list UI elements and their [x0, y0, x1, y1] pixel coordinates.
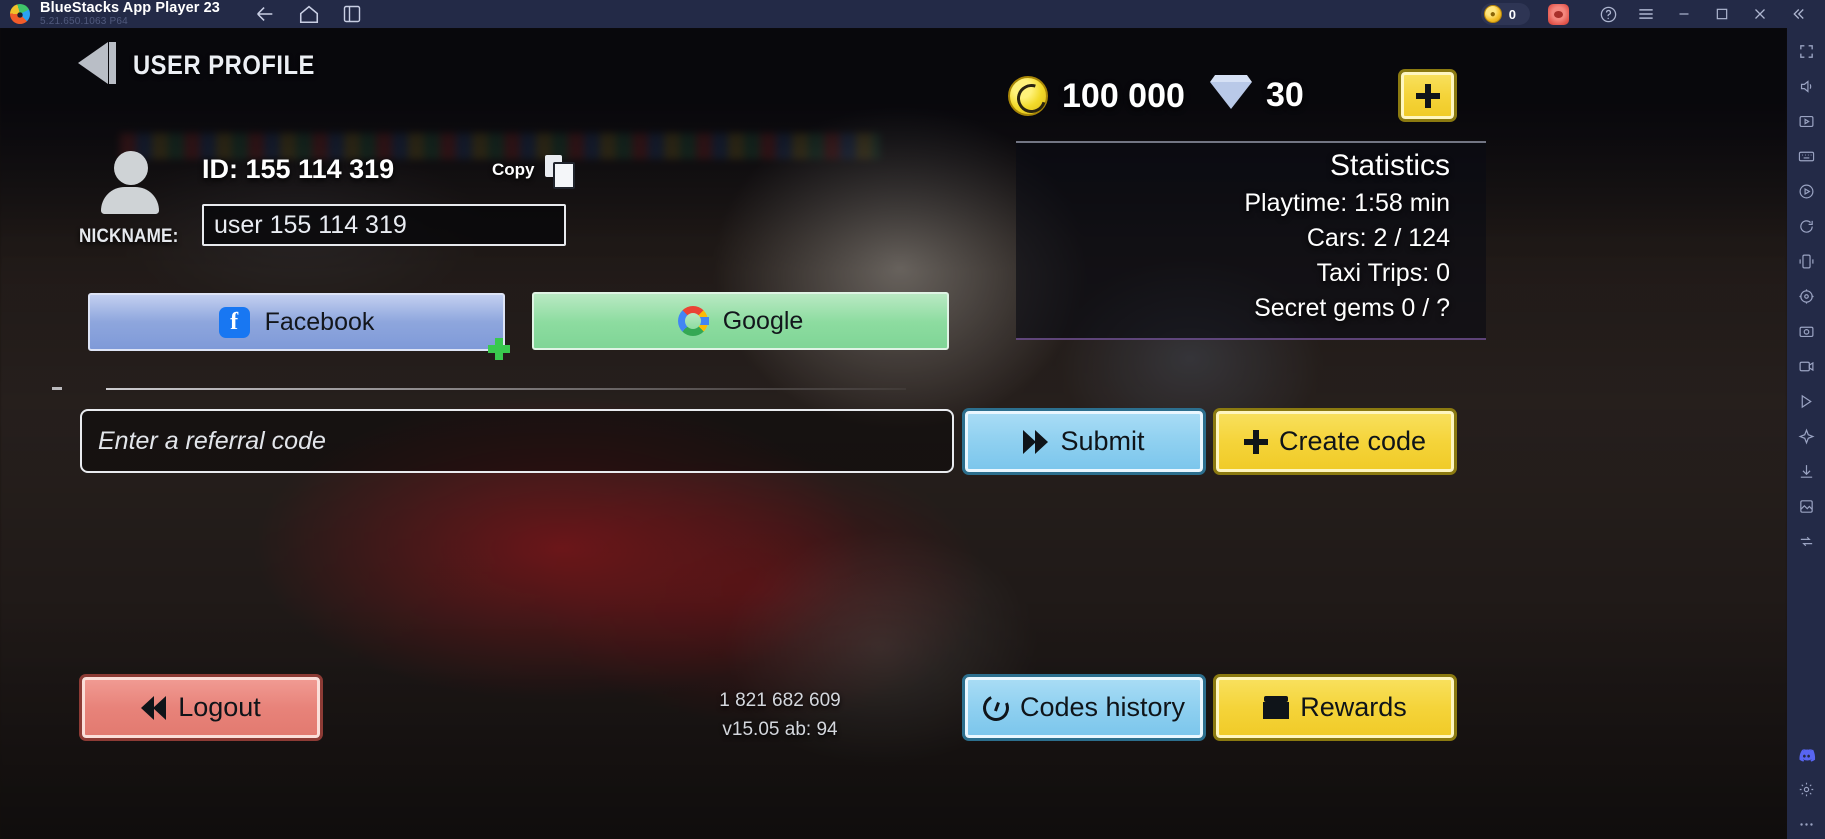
facebook-login-button[interactable]: f Facebook — [88, 293, 505, 351]
build-info: 1 821 682 609 v15.05 ab: 94 — [600, 686, 960, 745]
add-currency-button[interactable] — [1401, 72, 1454, 119]
stat-taxi-trips: Taxi Trips: 0 — [1316, 259, 1450, 287]
record-icon[interactable] — [1791, 351, 1821, 381]
gift-icon — [1263, 696, 1290, 719]
titlebar: BlueStacks App Player 23 5.21.650.1063 P… — [0, 0, 1825, 28]
macro-icon[interactable] — [1791, 386, 1821, 416]
rewards-label: Rewards — [1300, 692, 1407, 722]
media-icon[interactable] — [1791, 106, 1821, 136]
facebook-icon: f — [218, 306, 250, 338]
user-id: ID: 155 114 319 — [202, 154, 395, 184]
copy-id-button[interactable]: Copy — [492, 155, 575, 189]
app-version: 5.21.650.1063 P64 — [40, 16, 128, 28]
section-divider — [106, 388, 906, 390]
menu-icon[interactable] — [1627, 0, 1665, 28]
coin-amount: 100 000 — [1062, 76, 1185, 115]
play-icon[interactable] — [1791, 176, 1821, 206]
plus-icon — [1415, 83, 1440, 108]
bluestacks-coin-pill[interactable]: ● 0 — [1480, 3, 1530, 25]
gem-amount: 30 — [1266, 76, 1304, 114]
sync-icon[interactable] — [1791, 526, 1821, 556]
google-icon — [677, 306, 709, 336]
fullscreen-icon[interactable] — [1791, 36, 1821, 66]
shake-icon[interactable] — [1791, 246, 1821, 276]
submit-label: Submit — [1060, 426, 1145, 456]
multi-instance-icon[interactable] — [342, 4, 362, 24]
game-header: USER PROFILE 100 000 30 — [0, 28, 1787, 119]
stat-cars: Cars: 2 / 124 — [1306, 224, 1450, 252]
minimize-icon[interactable] — [1665, 0, 1703, 28]
home-icon[interactable] — [298, 3, 320, 25]
clock-history-icon — [979, 690, 1013, 725]
bluestacks-coin-icon: ● — [1483, 5, 1502, 23]
nickname-input[interactable] — [202, 204, 566, 246]
app-title-block: BlueStacks App Player 23 5.21.650.1063 P… — [40, 1, 220, 28]
cursor-marker-icon — [488, 338, 510, 360]
location-icon[interactable] — [1791, 281, 1821, 311]
keymapping-icon[interactable] — [1791, 141, 1821, 171]
coin-balance: 100 000 — [1008, 76, 1185, 116]
titlebar-right-group: ● 0 — [1480, 0, 1817, 28]
game-viewport: USER PROFILE 100 000 30 Statistics Playt… — [0, 28, 1787, 839]
copy-icon — [544, 155, 575, 189]
back-button[interactable] — [78, 42, 116, 84]
google-login-button[interactable]: Google — [532, 292, 949, 350]
volume-icon[interactable] — [1791, 71, 1821, 101]
stat-playtime: Playtime: 1:58 min — [1244, 189, 1450, 217]
avatar-body-icon — [101, 187, 159, 214]
piggybank-icon[interactable] — [1548, 3, 1569, 25]
help-icon[interactable] — [1589, 0, 1627, 28]
eco-mode-icon[interactable] — [1791, 421, 1821, 451]
plus-icon — [1243, 429, 1268, 454]
double-chevron-left-icon — [141, 695, 167, 720]
stat-secret-gems: Secret gems 0 / ? — [1254, 294, 1450, 322]
codes-history-button[interactable]: Codes history — [965, 677, 1203, 738]
statistics-panel: Statistics Playtime: 1:58 min Cars: 2 / … — [1016, 141, 1486, 340]
logout-button[interactable]: Logout — [82, 677, 320, 738]
back-bar-icon — [109, 42, 116, 84]
close-icon[interactable] — [1741, 0, 1779, 28]
coin-icon — [1008, 76, 1048, 116]
codes-history-label: Codes history — [1019, 692, 1186, 722]
back-icon[interactable] — [254, 3, 276, 25]
create-code-button[interactable]: Create code — [1216, 411, 1454, 472]
submit-button[interactable]: Submit — [965, 411, 1203, 472]
page-title: USER PROFILE — [133, 50, 315, 80]
double-chevron-right-icon — [1023, 429, 1049, 454]
maximize-icon[interactable] — [1703, 0, 1741, 28]
more-icon[interactable] — [1791, 809, 1821, 839]
build-number: 1 821 682 609 — [719, 690, 841, 711]
referral-code-input[interactable] — [80, 409, 954, 473]
avatar — [101, 151, 161, 215]
statistics-title: Statistics — [1329, 149, 1450, 182]
facebook-label: Facebook — [264, 307, 375, 336]
nickname-label: NICKNAME: — [79, 226, 179, 247]
create-code-label: Create code — [1278, 426, 1427, 456]
titlebar-nav-group — [254, 3, 362, 25]
logout-label: Logout — [178, 692, 261, 722]
gem-icon — [1210, 82, 1252, 109]
discord-icon[interactable] — [1791, 739, 1821, 769]
screenshot-icon[interactable] — [1791, 316, 1821, 346]
build-version: v15.05 ab: 94 — [722, 719, 838, 741]
install-apk-icon[interactable] — [1791, 456, 1821, 486]
rotate-icon[interactable] — [1791, 211, 1821, 241]
right-sidebar — [1787, 28, 1825, 839]
google-label: Google — [722, 306, 804, 335]
avatar-head-icon — [114, 151, 148, 185]
back-arrow-icon — [78, 42, 108, 84]
bluestacks-coin-count: 0 — [1508, 6, 1516, 22]
copy-label: Copy — [492, 160, 535, 179]
bluestacks-logo-icon — [10, 4, 30, 24]
app-title: BlueStacks App Player 23 — [40, 0, 220, 16]
trim-icon[interactable] — [1791, 491, 1821, 521]
settings-icon[interactable] — [1791, 774, 1821, 804]
rewards-button[interactable]: Rewards — [1216, 677, 1454, 738]
divider-dash — [52, 387, 62, 390]
collapse-icon[interactable] — [1779, 0, 1817, 28]
gem-balance: 30 — [1210, 76, 1304, 115]
